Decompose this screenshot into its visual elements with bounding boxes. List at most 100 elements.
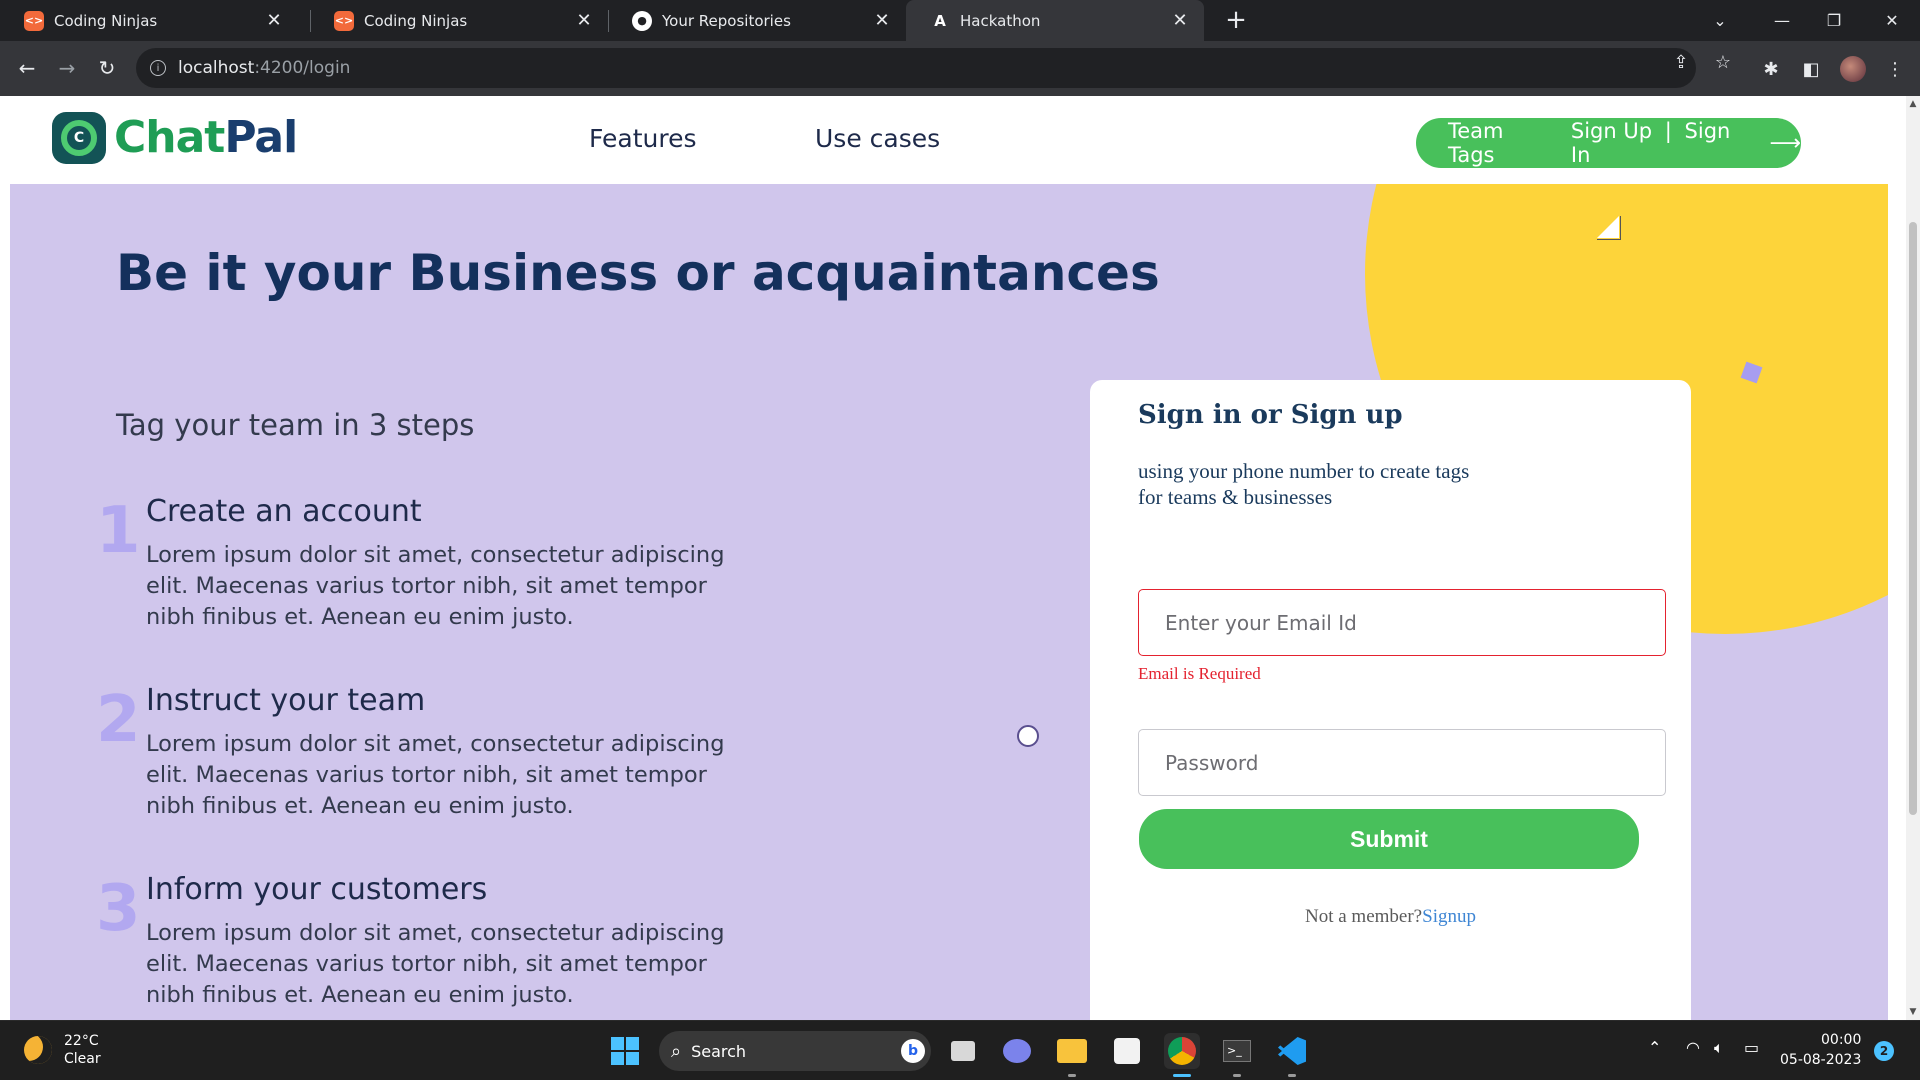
running-indicator-active	[1173, 1074, 1191, 1077]
running-indicator	[1068, 1074, 1076, 1077]
nav-features[interactable]: Features	[589, 124, 697, 153]
minimize-icon[interactable]: —	[1754, 0, 1810, 41]
scroll-up-icon[interactable]: ▲	[1906, 96, 1920, 112]
github-icon: ●	[632, 10, 652, 31]
chrome-icon[interactable]	[1164, 1033, 1200, 1069]
tray-overflow-chevron-icon[interactable]: ⌃	[1648, 1038, 1661, 1057]
long-arrow-right-icon: ⟶	[1769, 130, 1801, 156]
email-error-message: Email is Required	[1138, 664, 1261, 683]
signin-card: Sign in or Sign up using your phone numb…	[1090, 380, 1691, 1020]
browser-tab[interactable]: ● Your Repositories ✕	[608, 0, 906, 41]
close-tab-icon[interactable]: ✕	[574, 10, 594, 31]
submit-button[interactable]: Submit	[1139, 809, 1639, 869]
folder-glyph	[1057, 1039, 1087, 1063]
search-icon: ⌕	[671, 1040, 682, 1062]
tab-title: Coding Ninjas	[364, 11, 468, 30]
step-number: 1	[96, 494, 141, 568]
angular-icon: A	[934, 11, 946, 30]
chrome-glyph	[1168, 1037, 1196, 1065]
profile-avatar[interactable]	[1838, 54, 1868, 84]
email-placeholder: Enter your Email Id	[1165, 610, 1357, 635]
cta-separator: |	[1664, 119, 1672, 143]
bookmark-star-icon[interactable]: ☆	[1708, 47, 1738, 77]
page-scrollbar[interactable]: ▲ ▼	[1906, 96, 1920, 1020]
email-field[interactable]: Enter your Email Id	[1138, 589, 1666, 656]
cta-auth: Sign Up | Sign In	[1571, 119, 1754, 167]
tab-title: Your Repositories	[662, 11, 791, 30]
teams-chat-icon[interactable]	[999, 1033, 1035, 1069]
restore-icon[interactable]: ❐	[1806, 0, 1862, 41]
signup-prompt-text: Not a member?	[1305, 906, 1423, 927]
new-tab-icon[interactable]: +	[1220, 4, 1252, 36]
taskbar-search-label: Search	[691, 1041, 747, 1061]
logo-text-chat: Chat	[114, 112, 225, 163]
wifi-icon[interactable]: ◠	[1686, 1038, 1700, 1057]
store-glyph	[1114, 1038, 1140, 1064]
vscode-icon[interactable]	[1274, 1033, 1310, 1069]
step-number: 2	[96, 683, 141, 757]
step-number: 3	[96, 872, 141, 946]
step-title: Create an account	[146, 494, 422, 529]
share-icon[interactable]: ⇪	[1666, 47, 1696, 77]
signin-title: Sign in or Sign up	[1138, 400, 1403, 430]
extensions-icon[interactable]: ✱	[1756, 54, 1786, 84]
microsoft-store-icon[interactable]	[1109, 1033, 1145, 1069]
vscode-glyph	[1278, 1037, 1306, 1065]
scroll-down-icon[interactable]: ▼	[1906, 1004, 1920, 1020]
close-tab-icon[interactable]: ✕	[1170, 10, 1190, 31]
browser-tab[interactable]: <> Coding Ninjas ✕	[0, 0, 298, 41]
logo-text-pal: Pal	[224, 112, 298, 163]
chatpal-logo-icon[interactable]: C	[52, 112, 106, 164]
notification-badge[interactable]: 2	[1874, 1041, 1894, 1061]
reload-icon[interactable]: ↻	[90, 51, 124, 85]
logo-inner-icon: C	[61, 120, 97, 156]
weather-text: 22°C Clear	[64, 1032, 101, 1068]
page-viewport: Be it your Business or acquaintances Tag…	[0, 96, 1906, 1020]
close-tab-icon[interactable]: ✕	[264, 10, 284, 31]
tab-search-icon[interactable]: ⌄	[1692, 0, 1748, 41]
forward-icon[interactable]: →	[50, 51, 84, 85]
close-tab-icon[interactable]: ✕	[872, 10, 892, 31]
avatar	[1840, 56, 1866, 82]
password-placeholder: Password	[1165, 750, 1259, 775]
chatpal-logo-text[interactable]: ChatPal	[114, 112, 298, 163]
volume-icon[interactable]: 🔈︎	[1714, 1038, 1724, 1058]
scrollbar-thumb[interactable]	[1909, 222, 1917, 815]
browser-tab-strip: <> Coding Ninjas ✕ <> Coding Ninjas ✕ ● …	[0, 0, 1920, 41]
nav-use-cases[interactable]: Use cases	[815, 124, 940, 153]
url-path: :4200/login	[254, 58, 351, 78]
weather-condition: Clear	[64, 1051, 101, 1067]
browser-tab[interactable]: <> Coding Ninjas ✕	[310, 0, 608, 41]
password-field[interactable]: Password	[1138, 729, 1666, 796]
cta-team-tags[interactable]: Team Tags	[1448, 119, 1555, 167]
start-button[interactable]	[607, 1033, 643, 1069]
header-cta-button[interactable]: Team Tags Sign Up | Sign In ⟶	[1416, 118, 1801, 168]
address-bar[interactable]: i localhost:4200/login	[136, 48, 1696, 88]
taskbar-search[interactable]: ⌕ Search b	[659, 1031, 931, 1071]
weather-temperature: 22°C	[64, 1033, 99, 1049]
moon-icon	[24, 1036, 52, 1064]
weather-widget[interactable]: 22°C Clear	[24, 1032, 101, 1068]
hero-title: Be it your Business or acquaintances	[116, 244, 1160, 302]
cta-signup[interactable]: Sign Up	[1571, 119, 1652, 143]
step-description: Lorem ipsum dolor sit amet, consectetur …	[146, 542, 725, 630]
windows-logo-icon	[611, 1037, 639, 1065]
side-panel-icon[interactable]: ◧	[1796, 54, 1826, 84]
clock-date: 05-08-2023	[1780, 1052, 1862, 1068]
browser-tab-active[interactable]: A Hackathon ✕	[906, 0, 1204, 41]
bing-icon: b	[901, 1039, 925, 1063]
system-clock[interactable]: 00:00 05-08-2023	[1780, 1030, 1861, 1070]
signup-link[interactable]: Signup	[1422, 906, 1476, 927]
file-explorer-icon[interactable]	[1054, 1033, 1090, 1069]
battery-icon[interactable]: ▭	[1744, 1038, 1759, 1057]
browser-toolbar: ← → ↻ i localhost:4200/login ⇪ ☆ ✱ ◧ ⋮	[0, 41, 1920, 96]
task-view-icon[interactable]	[945, 1033, 981, 1069]
menu-kebab-icon[interactable]: ⋮	[1880, 54, 1910, 84]
decorative-ring	[1017, 725, 1039, 747]
terminal-icon[interactable]: >_	[1219, 1033, 1255, 1069]
back-icon[interactable]: ←	[10, 51, 44, 85]
site-header: C ChatPal Features Use cases Team Tags S…	[0, 96, 1906, 184]
close-window-icon[interactable]: ✕	[1864, 0, 1920, 41]
site-info-icon[interactable]: i	[150, 60, 166, 76]
windows-taskbar: 22°C Clear ⌕ Search b >_ ⌃ ◠ 🔈︎ ▭ 00:00 …	[0, 1020, 1920, 1080]
